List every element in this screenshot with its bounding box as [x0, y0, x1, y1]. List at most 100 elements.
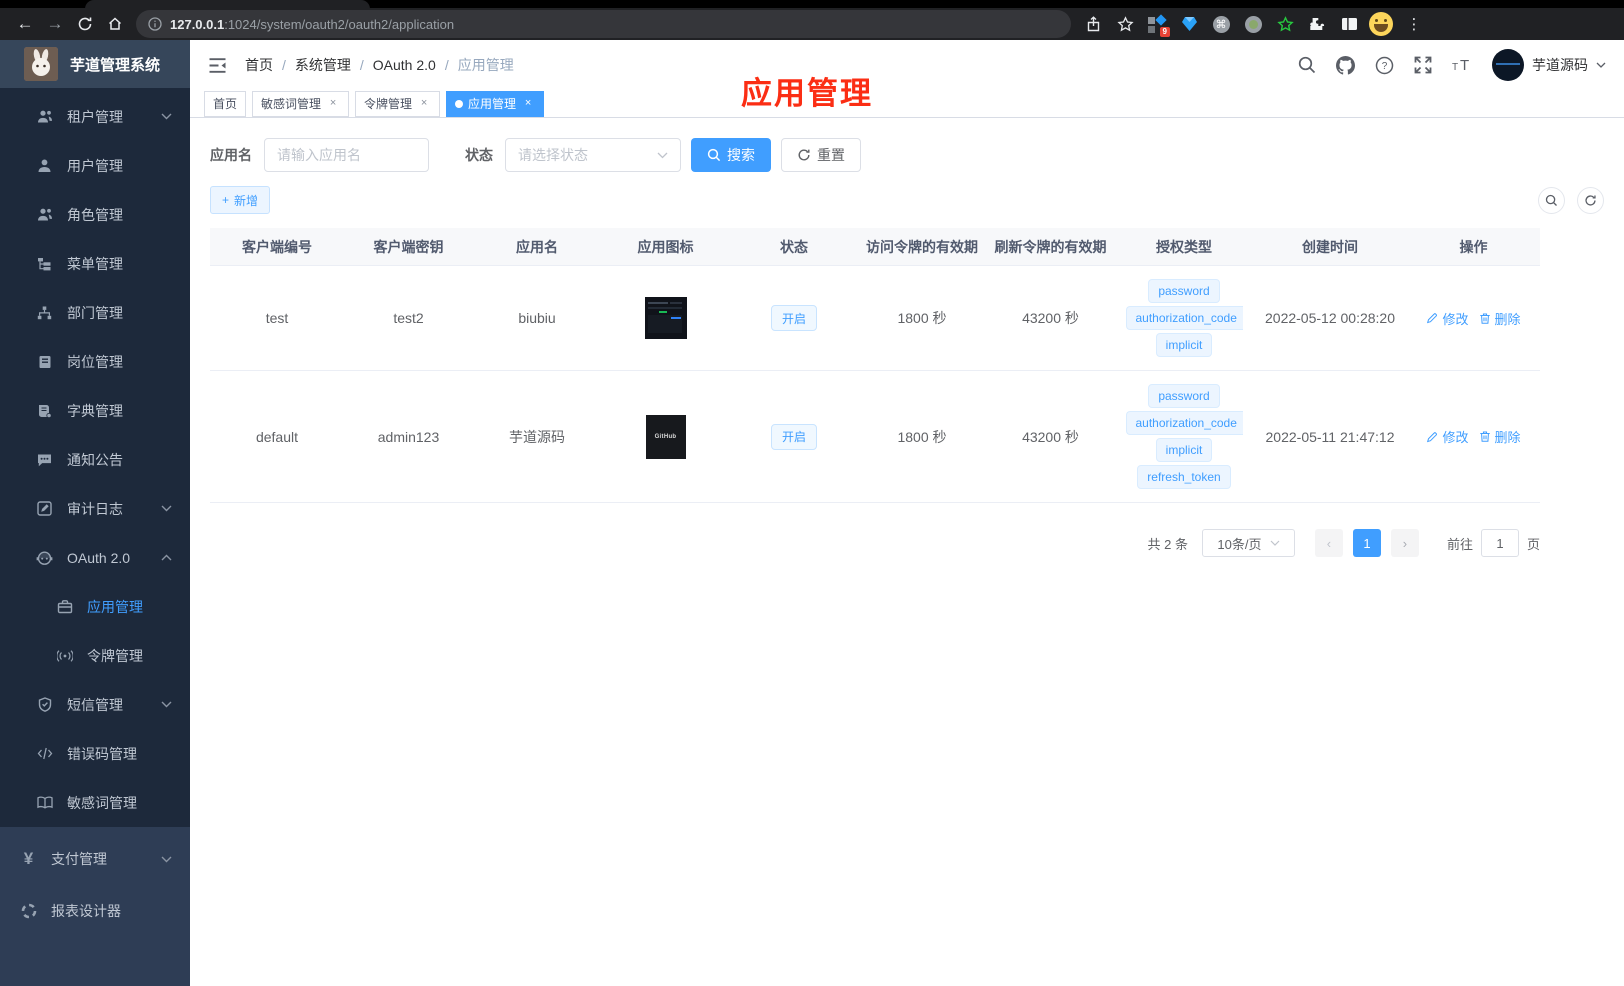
- header-search-icon[interactable]: [1298, 56, 1316, 74]
- grant-type-tag: refresh_token: [1137, 465, 1231, 489]
- extension-command-icon[interactable]: ⌘: [1207, 10, 1235, 38]
- toggle-search-button[interactable]: [1538, 186, 1565, 214]
- breadcrumb-system[interactable]: 系统管理: [295, 55, 351, 75]
- extension-star-icon[interactable]: [1271, 10, 1299, 38]
- sidebar-item-audit-log[interactable]: 审计日志: [0, 484, 190, 533]
- browser-home-icon[interactable]: [100, 10, 130, 38]
- font-size-icon[interactable]: TT: [1452, 57, 1472, 73]
- peoples-icon: [36, 109, 53, 124]
- tab-token-manage[interactable]: 令牌管理 ×: [355, 90, 441, 117]
- address-bar[interactable]: 127.0.0.1:1024/system/oauth2/oauth2/appl…: [136, 10, 1071, 38]
- help-icon[interactable]: ?: [1375, 56, 1394, 75]
- next-page-button[interactable]: ›: [1390, 529, 1419, 557]
- trash-icon: [1479, 431, 1490, 442]
- refresh-icon: [1585, 194, 1596, 206]
- share-icon[interactable]: [1079, 10, 1107, 38]
- tab-application-manage[interactable]: 应用管理 ×: [446, 90, 545, 117]
- extension-badge: 9: [1159, 27, 1170, 37]
- sidebar-item-sensitive[interactable]: 敏感词管理: [0, 778, 190, 827]
- extension-tabs-icon[interactable]: 9: [1143, 10, 1171, 38]
- app-logo-bar[interactable]: 芋道管理系统: [0, 40, 190, 88]
- trash-icon: [1479, 313, 1490, 324]
- chevron-up-icon: [161, 554, 172, 561]
- sidebar-item-role[interactable]: 角色管理: [0, 190, 190, 239]
- status-select[interactable]: 请选择状态: [505, 138, 681, 172]
- sidebar-item-errcode[interactable]: 错误码管理: [0, 729, 190, 778]
- add-button[interactable]: + 新增: [210, 186, 271, 214]
- close-icon[interactable]: ×: [521, 97, 535, 111]
- search-icon: [1545, 194, 1557, 206]
- sidebar-item-report-designer[interactable]: 报表设计器: [0, 885, 190, 937]
- sidebar-collapse-icon[interactable]: [204, 53, 231, 78]
- message-icon: [36, 453, 53, 467]
- browser-refresh-icon[interactable]: [70, 10, 100, 38]
- search-button[interactable]: 搜索: [691, 138, 771, 172]
- prev-page-button[interactable]: ‹: [1314, 529, 1343, 557]
- sidebar-item-tenant[interactable]: 租户管理: [0, 92, 190, 141]
- user-icon: [36, 158, 53, 173]
- extensions-puzzle-icon[interactable]: [1303, 10, 1331, 38]
- sidebar: 芋道管理系统 租户管理 用户管理 角色管理 菜单管理 部门管理 岗位管理 字典管…: [0, 40, 190, 986]
- breadcrumb-oauth[interactable]: OAuth 2.0: [373, 57, 436, 73]
- goto-page-input[interactable]: [1480, 529, 1519, 557]
- sidebar-item-oauth-application[interactable]: 应用管理: [0, 582, 190, 631]
- browser-back-icon[interactable]: ←: [10, 10, 40, 38]
- close-icon[interactable]: ×: [417, 97, 431, 111]
- goto-label: 前往: [1446, 536, 1473, 552]
- side-panel-icon[interactable]: [1335, 10, 1363, 38]
- sidebar-item-dict[interactable]: 字典管理: [0, 386, 190, 435]
- chevron-down-icon: [161, 113, 172, 120]
- reset-button[interactable]: 重置: [781, 138, 861, 172]
- sidebar-item-menu[interactable]: 菜单管理: [0, 239, 190, 288]
- fullscreen-icon[interactable]: [1414, 56, 1432, 74]
- site-info-icon[interactable]: [148, 17, 162, 31]
- navbar: 首页 / 系统管理 / OAuth 2.0 / 应用管理 ? T T 芋道源码: [190, 40, 1624, 90]
- browser-menu-icon[interactable]: ⋮: [1399, 10, 1429, 38]
- page-size-select[interactable]: 10条/页: [1201, 529, 1295, 557]
- status-badge: 开启: [770, 423, 817, 450]
- wheel-icon: [20, 903, 37, 919]
- extension-gem-icon[interactable]: [1175, 10, 1203, 38]
- sidebar-menu-bottom: ¥ 支付管理 报表设计器: [0, 827, 190, 986]
- chevron-down-icon: [657, 152, 668, 159]
- page-1-button[interactable]: 1: [1352, 529, 1381, 557]
- sidebar-item-oauth-token[interactable]: 令牌管理: [0, 631, 190, 680]
- table-toolbar: + 新增: [210, 186, 1604, 214]
- browser-toolbar: ← → 127.0.0.1:1024/system/oauth2/oauth2/…: [0, 8, 1624, 40]
- log-icon: [36, 501, 53, 516]
- search-icon: [707, 148, 721, 162]
- delete-button[interactable]: 删除: [1479, 427, 1521, 446]
- delete-button[interactable]: 删除: [1479, 309, 1521, 328]
- tab-home[interactable]: 首页: [204, 90, 247, 117]
- edit-button[interactable]: 修改: [1426, 309, 1469, 328]
- browser-forward-icon[interactable]: →: [40, 10, 70, 38]
- sidebar-item-sms[interactable]: 短信管理: [0, 680, 190, 729]
- sidebar-item-post[interactable]: 岗位管理: [0, 337, 190, 386]
- refresh-table-button[interactable]: [1577, 186, 1604, 214]
- close-icon[interactable]: ×: [326, 97, 340, 111]
- profile-avatar[interactable]: [1367, 10, 1395, 38]
- bookmark-star-icon[interactable]: [1111, 10, 1139, 38]
- github-icon[interactable]: [1336, 55, 1355, 75]
- sidebar-item-user[interactable]: 用户管理: [0, 141, 190, 190]
- app-name-input[interactable]: [264, 138, 429, 172]
- grant-type-tag: authorization_code: [1125, 306, 1243, 330]
- sidebar-item-oauth[interactable]: OAuth 2.0: [0, 533, 190, 582]
- sidebar-item-pay[interactable]: ¥ 支付管理: [0, 833, 190, 885]
- app-logo: [24, 47, 58, 81]
- sidebar-item-notice[interactable]: 通知公告: [0, 435, 190, 484]
- user-avatar: [1492, 49, 1524, 81]
- svg-text:T: T: [1452, 62, 1458, 73]
- edit-button[interactable]: 修改: [1426, 427, 1469, 446]
- breadcrumb: 首页 / 系统管理 / OAuth 2.0 / 应用管理: [245, 55, 514, 75]
- extension-record-icon[interactable]: [1239, 10, 1267, 38]
- filter-form: 应用名 状态 请选择状态 搜索 重置: [210, 138, 1604, 172]
- user-menu[interactable]: 芋道源码: [1492, 49, 1606, 81]
- sidebar-item-dept[interactable]: 部门管理: [0, 288, 190, 337]
- chevron-down-icon: [161, 701, 172, 708]
- grant-type-tag: implicit: [1155, 333, 1213, 357]
- tab-sensitive-word[interactable]: 敏感词管理 ×: [252, 90, 350, 117]
- table-header: 客户端编号 客户端密钥 应用名 应用图标 状态 访问令牌的有效期 刷新令牌的有效…: [210, 228, 1540, 266]
- breadcrumb-home[interactable]: 首页: [245, 55, 273, 75]
- app-name-label: 应用名: [210, 147, 252, 163]
